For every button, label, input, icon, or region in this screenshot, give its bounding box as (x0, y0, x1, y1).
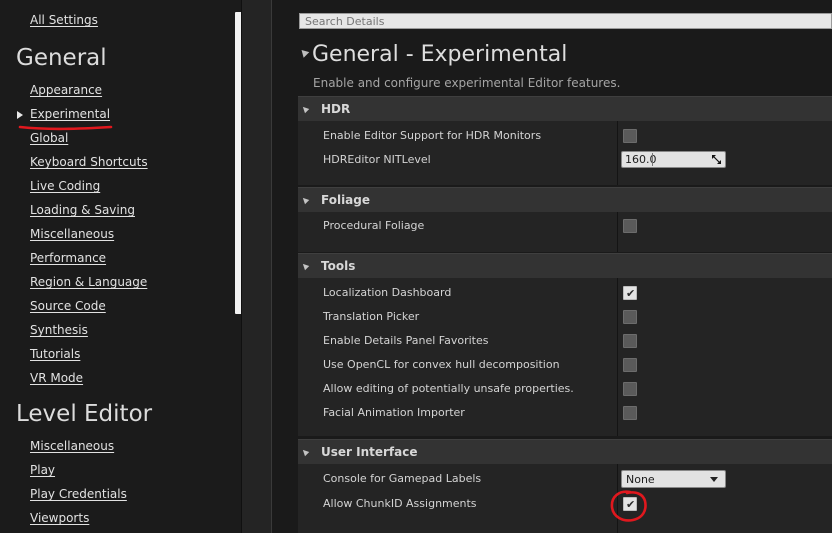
selected-arrow-icon (17, 111, 23, 119)
property-row: Enable Details Panel Favorites (298, 330, 832, 354)
slider-fill-edge (652, 153, 653, 166)
nav-item-vr-mode[interactable]: VR Mode (30, 371, 83, 385)
category-label: Foliage (321, 193, 371, 207)
property-label: Enable Editor Support for HDR Monitors (323, 129, 542, 142)
category-body-user-interface: Console for Gamepad Labels None Allow Ch… (298, 464, 832, 533)
check-icon: ✔ (626, 498, 636, 511)
chunkid-assignments-checkbox[interactable]: ✔ (623, 497, 637, 511)
search-details-input[interactable] (299, 13, 832, 29)
level-editor-section-header: Level Editor (16, 401, 153, 427)
property-label: HDREditor NITLevel (323, 153, 431, 166)
category-collapse-arrow-icon (300, 195, 310, 205)
property-label: Translation Picker (323, 310, 420, 323)
resize-arrows-icon (712, 155, 721, 164)
nav-item-tutorials[interactable]: Tutorials (30, 347, 80, 361)
property-row: Translation Picker (298, 306, 832, 330)
property-row: Console for Gamepad Labels None (298, 468, 832, 492)
nav-item-appearance[interactable]: Appearance (30, 83, 102, 97)
nav-item-play[interactable]: Play (30, 463, 55, 477)
property-label: Allow editing of potentially unsafe prop… (323, 382, 574, 395)
nav-item-viewports[interactable]: Viewports (30, 511, 89, 525)
general-section-header: General (16, 45, 107, 71)
procedural-foliage-checkbox[interactable] (623, 219, 637, 233)
opencl-convex-hull-checkbox[interactable] (623, 358, 637, 372)
nav-item-experimental[interactable]: Experimental (30, 107, 110, 121)
nav-item-source-code[interactable]: Source Code (30, 299, 106, 313)
nav-item-performance[interactable]: Performance (30, 251, 106, 265)
nav-item-play-credentials[interactable]: Play Credentials (30, 487, 127, 501)
nav-item-loading-saving[interactable]: Loading & Saving (30, 203, 135, 217)
all-settings-link[interactable]: All Settings (30, 13, 98, 27)
property-label: Localization Dashboard (323, 286, 452, 299)
category-header-user-interface[interactable]: User Interface (298, 439, 832, 464)
category-body-foliage: Procedural Foliage (298, 212, 832, 252)
category-header-hdr[interactable]: HDR (298, 96, 832, 121)
translation-picker-checkbox[interactable] (623, 310, 637, 324)
details-panel-favorites-checkbox[interactable] (623, 334, 637, 348)
hdr-nit-level-input[interactable]: 160.0 (621, 151, 726, 168)
property-row: Procedural Foliage (298, 215, 832, 239)
category-body-tools: Localization Dashboard ✔ Translation Pic… (298, 278, 832, 436)
nav-item-synthesis[interactable]: Synthesis (30, 323, 88, 337)
details-panel: General - Experimental Enable and config… (272, 0, 832, 533)
nav-item-miscellaneous[interactable]: Miscellaneous (30, 227, 114, 241)
gamepad-labels-dropdown[interactable]: None (621, 470, 726, 488)
property-row: Allow ChunkID Assignments ✔ (298, 493, 832, 517)
page-title: General - Experimental (312, 42, 568, 67)
category-collapse-arrow-icon (300, 104, 310, 114)
category-label: User Interface (321, 445, 418, 459)
nav-item-global[interactable]: Global (30, 131, 68, 145)
nav-item-live-coding[interactable]: Live Coding (30, 179, 100, 193)
hdr-support-checkbox[interactable] (623, 129, 637, 143)
property-label: Procedural Foliage (323, 219, 425, 232)
nav-item-keyboard-shortcuts[interactable]: Keyboard Shortcuts (30, 155, 148, 169)
property-row: Enable Editor Support for HDR Monitors (298, 125, 832, 149)
unsafe-properties-checkbox[interactable] (623, 382, 637, 396)
chevron-down-icon (710, 477, 718, 482)
category-collapse-arrow-icon (300, 447, 310, 457)
property-row: Facial Animation Importer (298, 402, 832, 426)
category-body-hdr: Enable Editor Support for HDR Monitors H… (298, 121, 832, 185)
dropdown-value: None (626, 473, 655, 486)
property-label: Enable Details Panel Favorites (323, 334, 489, 347)
facial-animation-importer-checkbox[interactable] (623, 406, 637, 420)
panel-splitter[interactable] (241, 0, 272, 533)
property-row: Localization Dashboard ✔ (298, 282, 832, 306)
property-label: Use OpenCL for convex hull decomposition (323, 358, 560, 371)
property-row: Use OpenCL for convex hull decomposition (298, 354, 832, 378)
collapse-arrow-icon[interactable] (298, 47, 310, 58)
nav-item-region-language[interactable]: Region & Language (30, 275, 147, 289)
settings-nav: All Settings General Appearance Experime… (0, 0, 241, 533)
category-header-foliage[interactable]: Foliage (298, 187, 832, 212)
property-label: Facial Animation Importer (323, 406, 465, 419)
localization-dashboard-checkbox[interactable]: ✔ (623, 286, 637, 300)
category-header-tools[interactable]: Tools (298, 253, 832, 278)
property-label: Allow ChunkID Assignments (323, 497, 477, 510)
page-description: Enable and configure experimental Editor… (313, 76, 621, 90)
property-row: HDREditor NITLevel 160.0 (298, 149, 832, 173)
category-collapse-arrow-icon (300, 261, 310, 271)
property-label: Console for Gamepad Labels (323, 472, 482, 485)
category-label: Tools (321, 259, 356, 273)
nav-item-le-miscellaneous[interactable]: Miscellaneous (30, 439, 114, 453)
check-icon: ✔ (626, 287, 636, 300)
category-label: HDR (321, 102, 351, 116)
property-row: Allow editing of potentially unsafe prop… (298, 378, 832, 402)
